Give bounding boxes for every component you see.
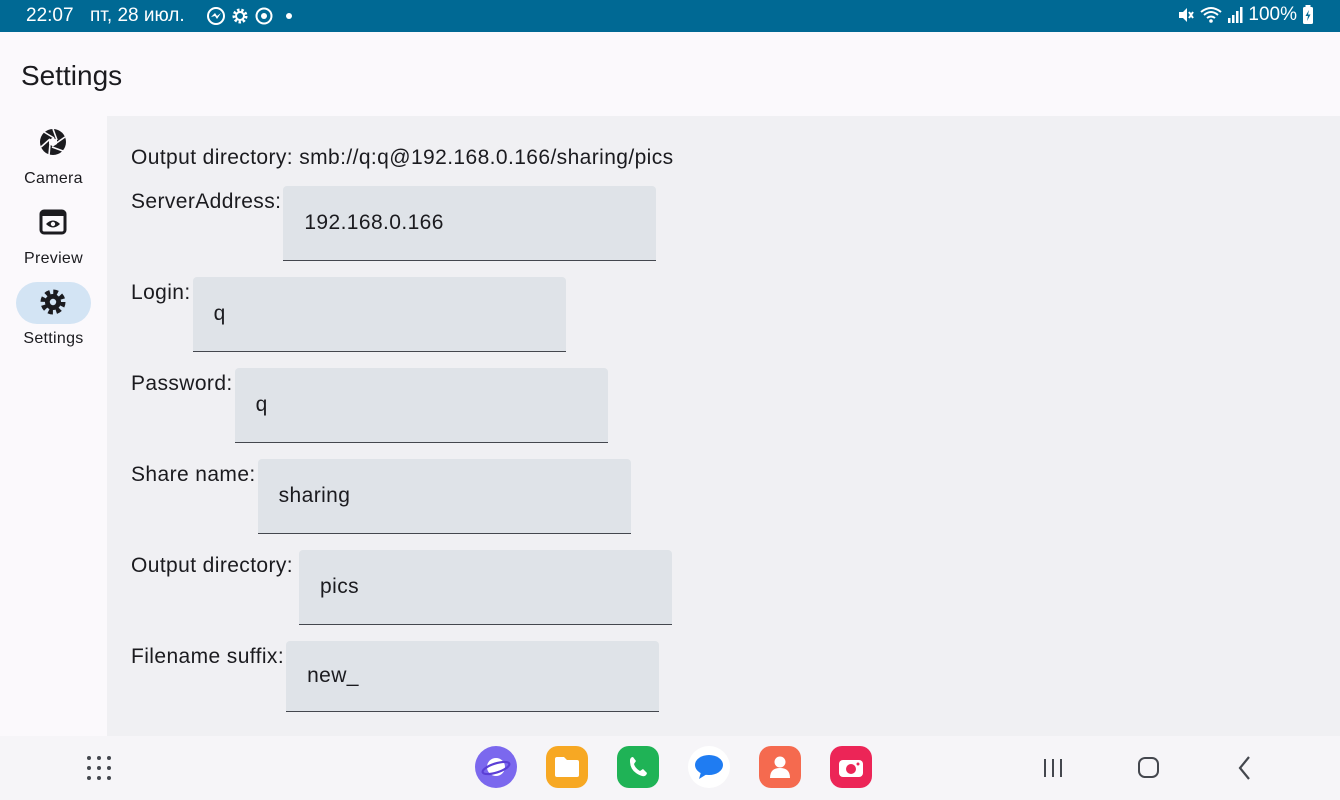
nav-item-camera[interactable]: Camera [0, 122, 107, 194]
gear-icon [40, 289, 66, 315]
output-directory-label: Output directory: [131, 554, 294, 577]
nav-label-camera: Camera [24, 170, 83, 187]
share-name-input[interactable] [257, 459, 631, 534]
share-name-label: Share name: [131, 463, 256, 486]
signal-icon [1228, 7, 1243, 23]
password-input[interactable] [234, 368, 608, 443]
camera-shutter-icon [40, 128, 66, 156]
server-address-input[interactable] [283, 186, 657, 261]
taskbar [0, 736, 1340, 800]
mute-icon [1179, 8, 1195, 22]
camera-app[interactable] [830, 746, 872, 788]
notification-dot [286, 13, 292, 19]
output-directory-row: Output directory: [131, 550, 673, 625]
server-address-row: ServerAddress: [131, 186, 657, 261]
messages-app[interactable] [688, 746, 730, 788]
filename-suffix-label: Filename suffix: [131, 645, 285, 668]
battery-charging-icon [1303, 5, 1313, 24]
person-icon [770, 756, 790, 778]
planet-icon [481, 758, 511, 776]
filename-suffix-input[interactable] [286, 641, 660, 712]
battery-percent: 100% [1248, 4, 1297, 25]
output-directory-summary: Output directory: smb://q:q@192.168.0.16… [131, 146, 674, 169]
notification-icons [206, 6, 274, 26]
output-directory-input[interactable] [299, 550, 673, 625]
login-label: Login: [131, 281, 191, 304]
page-title: Settings [21, 60, 123, 91]
nav-item-preview[interactable]: Preview [0, 202, 107, 274]
wifi-icon [1200, 7, 1223, 23]
app-bar: Settings [0, 32, 1340, 116]
login-input[interactable] [192, 277, 566, 352]
nav-item-settings[interactable]: Settings [0, 282, 107, 354]
nav-label-preview: Preview [23, 250, 83, 267]
sync-icon [255, 7, 273, 25]
password-label: Password: [131, 372, 233, 395]
navigation-rail: Camera Preview Settings [0, 116, 107, 736]
phone-icon [630, 757, 647, 777]
status-date: пт, 28 июл. [90, 5, 185, 26]
status-time: 22:07 [26, 5, 74, 26]
back-button[interactable] [1230, 753, 1260, 783]
login-row: Login: [131, 277, 566, 352]
recents-button[interactable] [1038, 753, 1068, 783]
phone-app[interactable] [617, 746, 659, 788]
settings-gear-icon [232, 8, 248, 24]
share-name-row: Share name: [131, 459, 631, 534]
camera-icon [839, 760, 863, 777]
filename-suffix-row: Filename suffix: [131, 641, 660, 712]
app-drawer-icon[interactable] [86, 755, 112, 781]
password-row: Password: [131, 368, 608, 443]
contacts-app[interactable] [759, 746, 801, 788]
status-bar: 22:07 пт, 28 июл. 100% [0, 0, 1340, 32]
settings-panel: Output directory: smb://q:q@192.168.0.16… [107, 116, 1340, 736]
home-button[interactable] [1133, 753, 1163, 783]
server-address-label: ServerAddress: [131, 190, 282, 213]
nav-label-settings: Settings [23, 330, 84, 347]
folder-icon [555, 757, 579, 777]
app-dock [475, 746, 872, 788]
messenger-icon [207, 7, 225, 25]
my-files-app[interactable] [546, 746, 588, 788]
internet-browser-app[interactable] [475, 746, 517, 788]
preview-eye-icon [39, 209, 67, 235]
system-status: 100% [1177, 4, 1314, 26]
chat-bubble-icon [695, 755, 723, 779]
